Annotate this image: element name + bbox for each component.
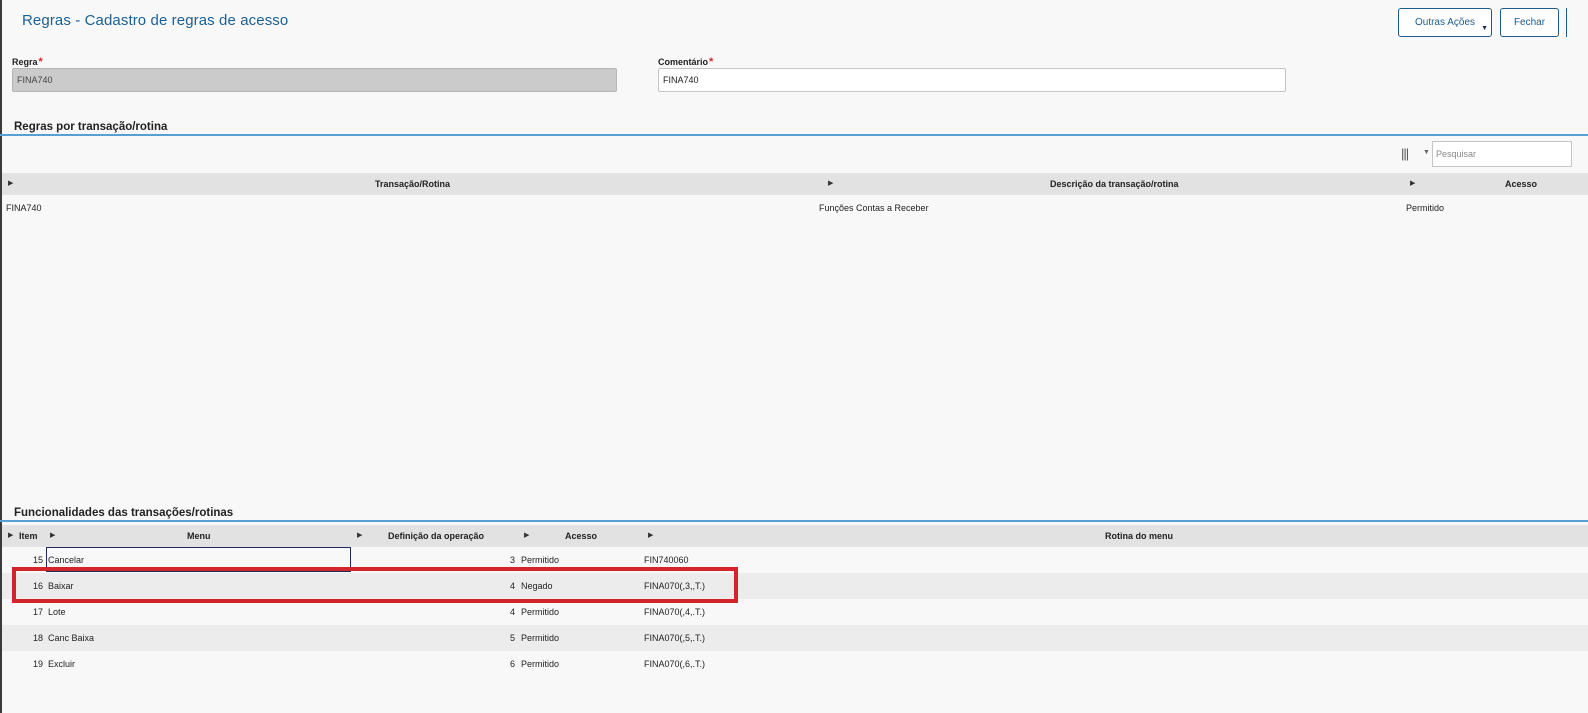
required-marker: * <box>709 56 714 68</box>
rule-label: Regra* <box>12 56 43 68</box>
functionalities-grid-header: ▶ Item ▶ Menu ▶ Definição da operação ▶ … <box>2 525 1588 547</box>
section-divider <box>0 520 1588 522</box>
expand-arrow-icon[interactable]: ▶ <box>828 173 833 195</box>
column-header-transaction[interactable]: Transação/Rotina <box>375 173 450 195</box>
caret-down-icon: ▼ <box>1481 25 1488 32</box>
cell-transaction: FINA740 <box>6 203 42 213</box>
column-header-operation[interactable]: Definição da operação <box>388 525 484 547</box>
cell-item: 19 <box>33 659 44 669</box>
columns-icon[interactable]: ||| <box>1401 146 1409 161</box>
expand-arrow-icon[interactable]: ▶ <box>357 525 362 547</box>
table-row[interactable]: 18 Canc Baixa 5 Permitido FINA070(,5,.T.… <box>2 625 1588 651</box>
other-actions-label: Outras Ações <box>1414 17 1476 28</box>
next-button-edge <box>1566 8 1567 37</box>
transactions-section-title: Regras por transação/rotina <box>14 121 168 133</box>
functionalities-section-title: Funcionalidades das transações/rotinas <box>14 507 234 519</box>
expand-arrow-icon[interactable]: ▶ <box>524 525 529 547</box>
cell-operation: 6 <box>510 659 516 669</box>
cell-access: Permitido <box>521 633 560 643</box>
highlight-annotation <box>12 567 738 603</box>
close-button[interactable]: Fechar <box>1500 8 1559 37</box>
expand-arrow-icon[interactable]: ▶ <box>648 525 653 547</box>
comment-label: Comentário* <box>658 56 714 68</box>
comment-field[interactable]: FINA740 <box>658 68 1286 92</box>
expand-arrow-icon[interactable]: ▶ <box>8 525 13 547</box>
required-marker: * <box>38 56 43 68</box>
cell-menu: Canc Baixa <box>48 633 95 643</box>
table-row[interactable]: 19 Excluir 6 Permitido FINA070(,6,.T.) <box>2 651 1588 677</box>
column-header-access[interactable]: Acesso <box>565 525 597 547</box>
cell-item: 18 <box>33 633 44 643</box>
search-input[interactable] <box>1432 141 1572 167</box>
cell-operation: 5 <box>510 633 516 643</box>
section-divider <box>0 134 1588 136</box>
column-header-menu[interactable]: Menu <box>187 525 211 547</box>
column-header-access[interactable]: Acesso <box>1505 173 1537 195</box>
page-title: Regras - Cadastro de regras de acesso <box>22 12 289 29</box>
cell-description: Funções Contas a Receber <box>819 203 929 213</box>
caret-down-icon[interactable]: ▼ <box>1423 149 1430 156</box>
cell-menu: Excluir <box>48 659 76 669</box>
other-actions-button[interactable]: Outras Ações ▼ <box>1398 8 1492 37</box>
cell-routine: FINA070(,5,.T.) <box>644 633 706 643</box>
rule-field[interactable]: FINA740 <box>12 68 617 92</box>
expand-arrow-icon[interactable]: ▶ <box>50 525 55 547</box>
column-header-description[interactable]: Descrição da transação/rotina <box>1050 173 1179 195</box>
cell-access: Permitido <box>521 659 560 669</box>
cell-routine: FINA070(,6,.T.) <box>644 659 706 669</box>
expand-arrow-icon[interactable]: ▶ <box>8 173 13 195</box>
column-header-item[interactable]: Item <box>19 525 38 547</box>
column-header-routine[interactable]: Rotina do menu <box>1105 525 1173 547</box>
expand-arrow-icon[interactable]: ▶ <box>1410 173 1415 195</box>
cell-access: Permitido <box>1406 203 1445 213</box>
transactions-grid-header: ▶ Transação/Rotina ▶ Descrição da transa… <box>2 173 1588 195</box>
